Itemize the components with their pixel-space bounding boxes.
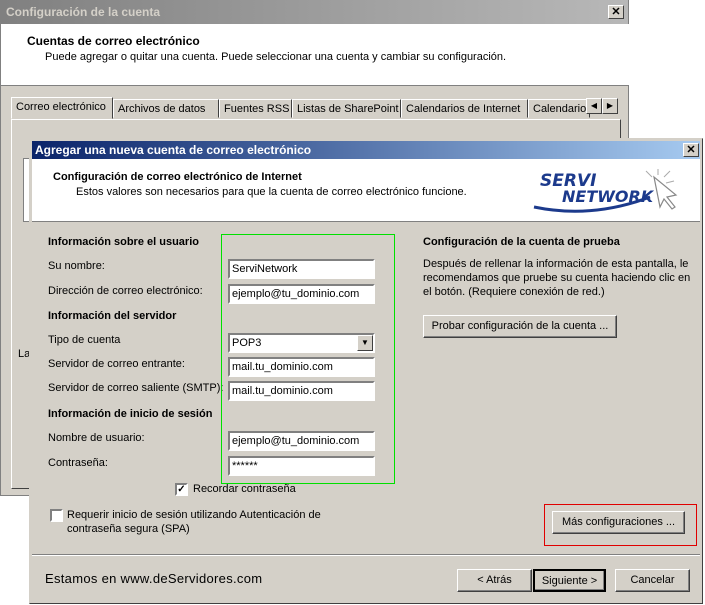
tab-email[interactable]: Correo electrónico — [11, 97, 113, 119]
test-settings-heading: Configuración de la cuenta de prueba — [423, 236, 620, 248]
username-input[interactable]: ejemplo@tu_dominio.com — [228, 431, 375, 451]
password-label: Contraseña: — [48, 457, 108, 469]
tab-sharepoint-lists[interactable]: Listas de SharePoint — [292, 99, 401, 118]
incoming-server-label: Servidor de correo entrante: — [48, 358, 185, 370]
password-input[interactable]: ****** — [228, 456, 375, 476]
name-input[interactable]: ServiNetwork — [228, 259, 375, 279]
add-account-titlebar: Agregar una nueva cuenta de correo elect… — [32, 141, 700, 159]
account-type-select[interactable]: POP3 ▼ — [228, 333, 375, 353]
chevron-down-icon[interactable]: ▼ — [357, 335, 373, 351]
footer-website-text: Estamos en www.deServidores.com — [45, 571, 263, 586]
test-description-line1: Después de rellenar la información de es… — [423, 258, 689, 270]
tab-rss-feeds[interactable]: Fuentes RSS — [219, 99, 292, 118]
next-button[interactable]: Siguiente > — [533, 569, 606, 592]
email-input[interactable]: ejemplo@tu_dominio.com — [228, 284, 375, 304]
account-type-value: POP3 — [232, 337, 262, 349]
accounts-heading: Cuentas de correo electrónico — [27, 34, 200, 48]
spa-checkbox[interactable] — [50, 509, 63, 522]
logo-text-network: NETWORK — [562, 187, 654, 206]
tab-scroll-right-icon[interactable]: ▶ — [602, 98, 618, 114]
test-account-button[interactable]: Probar configuración de la cuenta ... — [423, 315, 617, 338]
spa-label-line2: contraseña segura (SPA) — [67, 523, 190, 535]
tab-scroll-left-icon[interactable]: ◀ — [586, 98, 602, 114]
add-account-dialog: Agregar una nueva cuenta de correo elect… — [29, 138, 703, 604]
user-info-heading: Información sobre el usuario — [48, 236, 199, 248]
dialog-header-title: Configuración de correo electrónico de I… — [53, 171, 302, 183]
add-account-title: Agregar una nueva cuenta de correo elect… — [35, 143, 312, 157]
username-label: Nombre de usuario: — [48, 432, 145, 444]
email-label: Dirección de correo electrónico: — [48, 285, 203, 297]
servinetwork-logo: SERVI NETWORK — [532, 167, 692, 217]
spa-label-line1: Requerir inicio de sesión utilizando Aut… — [67, 509, 321, 521]
account-settings-title: Configuración de la cuenta — [6, 5, 161, 19]
back-button[interactable]: < Atrás — [457, 569, 532, 592]
close-icon[interactable]: ✕ — [608, 5, 624, 19]
test-description-line3: el botón. (Requiere conexión de red.) — [423, 286, 605, 298]
server-info-heading: Información del servidor — [48, 310, 177, 322]
account-settings-titlebar: Configuración de la cuenta — [1, 0, 628, 24]
accounts-description: Puede agregar o quitar una cuenta. Puede… — [45, 51, 507, 63]
account-type-label: Tipo de cuenta — [48, 334, 121, 346]
name-label: Su nombre: — [48, 260, 105, 272]
remember-password-checkbox[interactable]: ✓ — [175, 483, 188, 496]
tab-published-calendars[interactable]: Calendarios p — [528, 99, 590, 118]
footer-divider — [32, 554, 700, 556]
cancel-button[interactable]: Cancelar — [615, 569, 690, 592]
tab-data-files[interactable]: Archivos de datos — [113, 99, 219, 118]
close-icon[interactable]: ✕ — [683, 143, 699, 157]
dialog-header: Configuración de correo electrónico de I… — [32, 159, 700, 222]
outgoing-server-input[interactable]: mail.tu_dominio.com — [228, 381, 375, 401]
more-settings-button[interactable]: Más configuraciones ... — [552, 511, 685, 534]
incoming-server-input[interactable]: mail.tu_dominio.com — [228, 357, 375, 377]
outgoing-server-label: Servidor de correo saliente (SMTP): — [48, 382, 224, 394]
test-description-line2: recomendamos que pruebe su cuenta hacien… — [423, 272, 691, 284]
tab-internet-calendars[interactable]: Calendarios de Internet — [401, 99, 528, 118]
login-info-heading: Información de inicio de sesión — [48, 408, 213, 420]
dialog-header-description: Estos valores son necesarios para que la… — [76, 186, 467, 198]
accounts-header: Cuentas de correo electrónico Puede agre… — [1, 24, 629, 86]
remember-password-label: Recordar contraseña — [193, 483, 296, 495]
